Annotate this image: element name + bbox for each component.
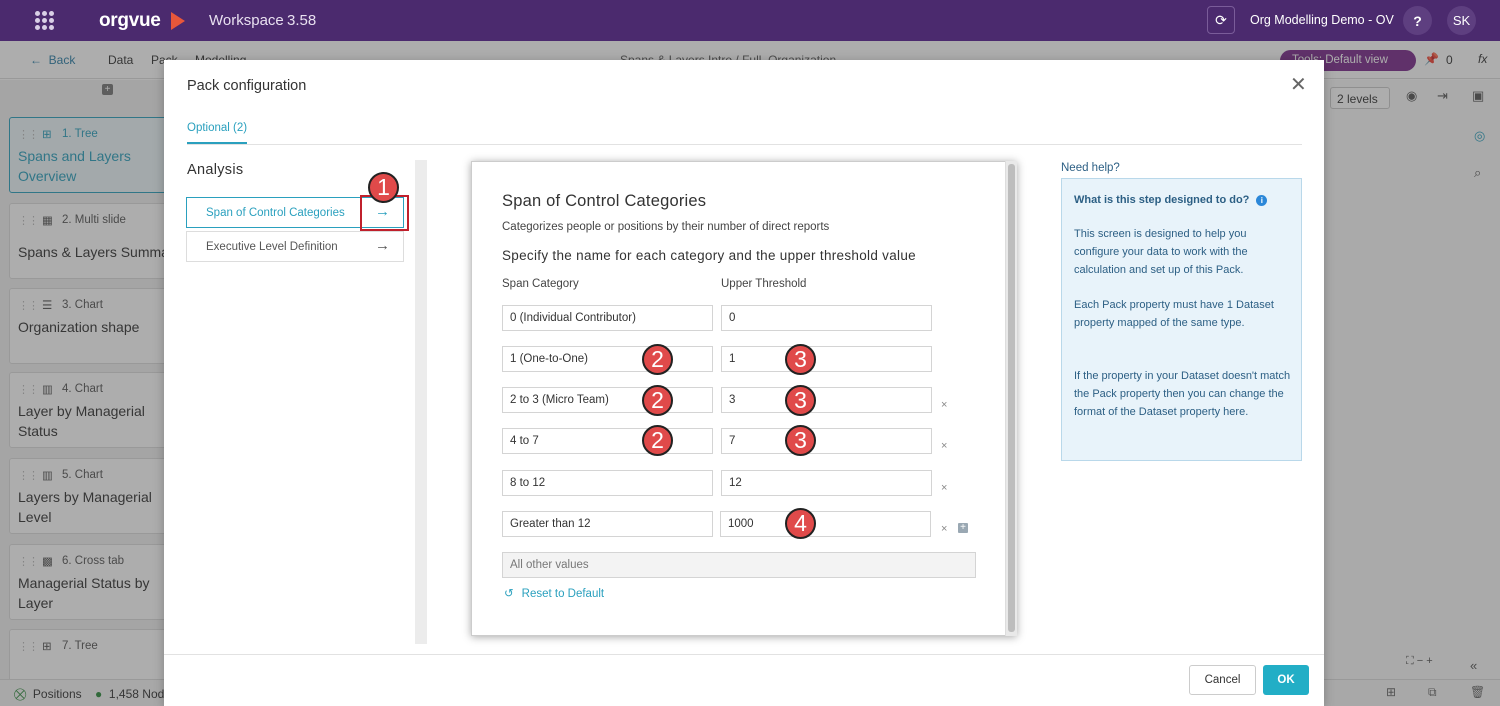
- step-executive-level[interactable]: Executive Level Definition →: [186, 231, 404, 262]
- refresh-icon: ⟳: [1215, 11, 1227, 28]
- category-field[interactable]: 1 (One-to-One): [502, 346, 713, 372]
- threshold-field[interactable]: 0: [721, 305, 932, 331]
- annotation-badge: 3: [785, 385, 816, 416]
- add-row-icon[interactable]: +: [958, 523, 968, 533]
- panel-separator: [415, 160, 427, 644]
- step-label: Executive Level Definition: [206, 241, 338, 253]
- threshold-field[interactable]: 12: [721, 470, 932, 496]
- help-button[interactable]: ?: [1403, 6, 1432, 35]
- help-question-text: What is this step designed to do?: [1074, 194, 1250, 206]
- other-values-field: All other values: [502, 552, 976, 578]
- sync-button[interactable]: ⟳: [1207, 6, 1235, 34]
- help-paragraph: This screen is designed to help you conf…: [1074, 228, 1248, 276]
- step-label: Span of Control Categories: [206, 207, 345, 219]
- card-scrollbar[interactable]: [1005, 161, 1017, 636]
- annotation-badge: 1: [368, 172, 399, 203]
- annotation-badge: 2: [642, 344, 673, 375]
- category-field[interactable]: 8 to 12: [502, 470, 713, 496]
- help-heading: Need help?: [1061, 162, 1120, 174]
- pack-configuration-modal: Pack configuration ✕ Optional (2) Analys…: [164, 60, 1324, 706]
- reset-label: Reset to Default: [521, 588, 605, 600]
- column-header-threshold: Upper Threshold: [721, 278, 807, 290]
- reset-to-default-link[interactable]: ↺ Reset to Default: [504, 586, 604, 600]
- ok-button[interactable]: OK: [1263, 665, 1309, 695]
- card-title: Span of Control Categories: [502, 192, 707, 210]
- help-paragraph: If the property in your Dataset doesn't …: [1074, 370, 1291, 418]
- project-name[interactable]: Org Modelling Demo - OV: [1250, 13, 1394, 27]
- annotation-badge: 3: [785, 425, 816, 456]
- remove-row-icon[interactable]: ×: [941, 523, 947, 535]
- threshold-field[interactable]: 1: [721, 346, 932, 372]
- app-grid-icon[interactable]: [35, 11, 54, 30]
- arrow-right-icon[interactable]: →: [375, 237, 390, 254]
- span-of-control-card: Span of Control Categories Categorizes p…: [471, 161, 1017, 636]
- tab-divider: [187, 144, 1302, 145]
- annotation-badge: 4: [785, 508, 816, 539]
- scrollbar-thumb[interactable]: [1008, 164, 1015, 632]
- threshold-field[interactable]: 7: [721, 428, 932, 454]
- info-icon[interactable]: i: [1256, 195, 1268, 206]
- annotation-badge: 2: [642, 385, 673, 416]
- category-field[interactable]: 2 to 3 (Micro Team): [502, 387, 713, 413]
- footer-divider: [164, 654, 1324, 655]
- column-header-category: Span Category: [502, 278, 579, 290]
- category-field[interactable]: 0 (Individual Contributor): [502, 305, 713, 331]
- user-avatar[interactable]: SK: [1447, 6, 1476, 35]
- modal-title: Pack configuration: [187, 78, 307, 94]
- top-bar: orgvue Workspace 3.58 ⟳ Org Modelling De…: [0, 0, 1500, 41]
- remove-row-icon[interactable]: ×: [941, 482, 947, 494]
- help-question: What is this step designed to do? i: [1074, 194, 1268, 206]
- category-field[interactable]: Greater than 12: [502, 511, 713, 537]
- cancel-button[interactable]: Cancel: [1189, 665, 1256, 695]
- threshold-field[interactable]: 1000: [720, 511, 931, 537]
- threshold-field[interactable]: 3: [721, 387, 932, 413]
- tab-optional[interactable]: Optional (2): [187, 122, 248, 144]
- workspace-label: Workspace: [209, 12, 284, 29]
- card-instructions: Specify the name for each category and t…: [502, 248, 916, 263]
- close-icon[interactable]: ✕: [1290, 75, 1307, 95]
- remove-row-icon[interactable]: ×: [941, 399, 947, 411]
- brand-mark-icon: [171, 12, 185, 30]
- help-panel: What is this step designed to do? i This …: [1061, 178, 1302, 461]
- annotation-badge: 2: [642, 425, 673, 456]
- reset-icon: ↺: [504, 588, 514, 600]
- card-subtitle: Categorizes people or positions by their…: [502, 221, 830, 233]
- category-field[interactable]: 4 to 7: [502, 428, 713, 454]
- section-title: Analysis: [187, 162, 244, 178]
- workspace-version: 3.58: [287, 12, 317, 29]
- help-paragraph: Each Pack property must have 1 Dataset p…: [1074, 299, 1274, 329]
- brand-logo: orgvue: [99, 10, 161, 31]
- remove-row-icon[interactable]: ×: [941, 440, 947, 452]
- annotation-badge: 3: [785, 344, 816, 375]
